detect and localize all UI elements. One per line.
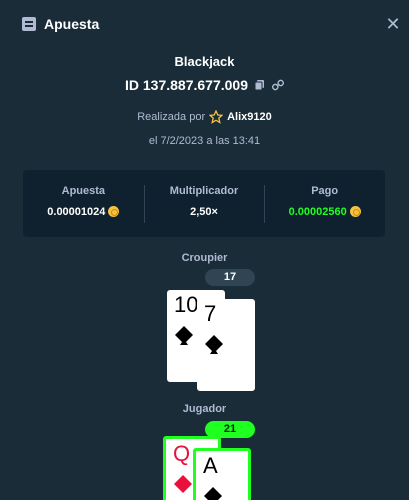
bet-date: el 7/2/2023 a las 13:41 bbox=[148, 135, 261, 147]
game-title[interactable]: Blackjack bbox=[0, 54, 409, 69]
spade-icon bbox=[205, 335, 223, 354]
spade-icon bbox=[175, 326, 193, 345]
dealer-label: Croupier bbox=[181, 252, 228, 264]
modal-header: Apuesta ✕ bbox=[0, 0, 409, 48]
dealer-score-badge: 17 bbox=[205, 269, 255, 286]
stat-payout: Pago 0.00002560 bbox=[264, 184, 385, 223]
bet-id-row: ID 137.887.677.009 bbox=[0, 77, 409, 93]
player-label: Jugador bbox=[182, 403, 227, 415]
placed-by-label: Realizada por bbox=[137, 111, 206, 123]
coin-icon bbox=[349, 206, 361, 217]
diamond-icon bbox=[174, 475, 192, 493]
receipt-icon bbox=[22, 17, 36, 31]
card-rank: Q bbox=[173, 441, 191, 466]
player-card-2: A bbox=[193, 448, 251, 500]
placed-by-row: Realizada por Alix9120 bbox=[0, 110, 409, 124]
bet-value: 0.00001024 bbox=[47, 205, 106, 218]
stat-bet: Apuesta 0.00001024 bbox=[23, 185, 144, 223]
username-link[interactable]: Alix9120 bbox=[227, 111, 272, 123]
link-icon[interactable] bbox=[272, 79, 284, 91]
copy-icon[interactable] bbox=[254, 79, 266, 91]
dealer-card-2: 7 bbox=[197, 299, 255, 391]
bet-label: Apuesta bbox=[61, 184, 106, 197]
spade-icon bbox=[204, 487, 222, 500]
card-rank: 7 bbox=[204, 301, 217, 326]
multiplier-value: 2,50× bbox=[190, 205, 218, 218]
card-rank: A bbox=[203, 453, 218, 478]
payout-label: Pago bbox=[311, 184, 339, 197]
close-icon[interactable]: ✕ bbox=[383, 14, 403, 34]
star-icon bbox=[209, 110, 224, 124]
multiplier-label: Multiplicador bbox=[169, 184, 239, 197]
stats-panel: Apuesta 0.00001024 Multiplicador 2,50× P… bbox=[23, 170, 385, 237]
coin-icon bbox=[108, 206, 120, 217]
stat-multiplier: Multiplicador 2,50× bbox=[143, 184, 265, 223]
payout-value: 0.00002560 bbox=[288, 205, 347, 218]
modal-title: Apuesta bbox=[44, 16, 100, 32]
card-rank: 10 bbox=[174, 292, 199, 317]
bet-id: ID 137.887.677.009 bbox=[125, 77, 248, 93]
